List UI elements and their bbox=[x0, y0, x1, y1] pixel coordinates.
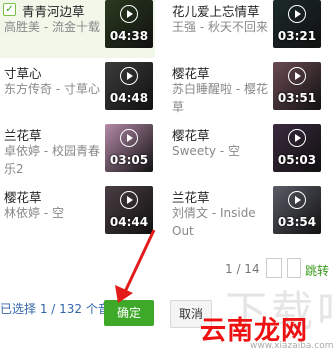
watermark-url: www.xiazaiba.com bbox=[250, 341, 334, 351]
